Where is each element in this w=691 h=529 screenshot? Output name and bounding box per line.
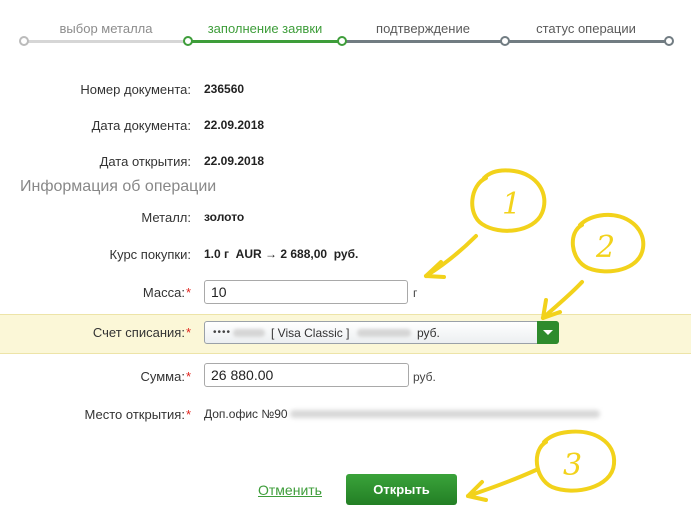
document-date-label: Дата документа:: [91, 118, 191, 133]
document-number-row: Номер документа: 236560: [0, 79, 691, 101]
open-date-label: Дата открытия:: [99, 154, 191, 169]
open-date-row: Дата открытия: 22.09.2018: [0, 151, 691, 173]
account-currency: руб.: [417, 326, 440, 340]
sum-label-wrap: Сумма:*: [140, 369, 191, 384]
account-balance-blur: [357, 329, 411, 337]
step-confirmation: подтверждение: [376, 21, 470, 36]
place-value: Доп.офис №90: [204, 407, 288, 421]
account-mask: ••••: [213, 327, 232, 338]
open-date-value: 22.09.2018: [204, 154, 265, 168]
account-label: Счет списания:: [92, 325, 185, 340]
chevron-down-icon[interactable]: [537, 321, 559, 344]
sum-unit: руб.: [413, 370, 436, 384]
rate-row: Курс покупки: 1.0 г AUR → 2 688,00 руб.: [0, 244, 691, 266]
step-fill-application: заполнение заявки: [207, 21, 323, 36]
document-date-value: 22.09.2018: [204, 118, 265, 132]
mass-label-wrap: Масса:*: [143, 285, 191, 300]
step-dot-3: [337, 36, 347, 46]
rate-value: 1.0 г AUR → 2 688,00 руб.: [204, 247, 359, 261]
mass-unit: г: [413, 286, 418, 300]
stepper-track-current: [188, 40, 342, 43]
cancel-link[interactable]: Отменить: [258, 482, 322, 498]
annotation-circle-3: [534, 429, 617, 493]
step-dot-2: [183, 36, 193, 46]
step-dot-1: [19, 36, 29, 46]
document-number-value: 236560: [204, 82, 245, 96]
document-date-row: Дата документа: 22.09.2018: [0, 115, 691, 137]
required-mark: *: [185, 325, 191, 340]
rate-label: Курс покупки:: [109, 247, 191, 262]
sum-input[interactable]: [204, 363, 409, 387]
progress-stepper: выбор металла заполнение заявки подтверж…: [0, 0, 691, 55]
account-label-wrap: Счет списания:*: [93, 325, 191, 340]
open-button[interactable]: Открыть: [346, 474, 457, 505]
place-label-wrap: Место открытия:*: [85, 407, 191, 422]
step-operation-status: статус операции: [536, 21, 636, 36]
metal-value: золото: [204, 210, 245, 224]
annotation-arrow-3: [466, 468, 538, 498]
place-address-blur: [290, 410, 600, 418]
place-label: Место открытия:: [84, 407, 185, 422]
account-card-name: [ Visa Classic ]: [271, 326, 350, 340]
operation-section-title: Информация об операции: [20, 178, 217, 195]
mass-label: Масса:: [142, 285, 185, 300]
account-select[interactable]: •••• [ Visa Classic ] руб.: [204, 321, 559, 344]
sum-label: Сумма:: [140, 369, 185, 384]
required-mark: *: [185, 285, 191, 300]
account-number-blur: [233, 329, 265, 337]
required-mark: *: [185, 369, 191, 384]
step-dot-4: [500, 36, 510, 46]
required-mark: *: [185, 407, 191, 422]
mass-input[interactable]: [204, 280, 408, 304]
step-dot-5: [664, 36, 674, 46]
document-number-label: Номер документа:: [80, 82, 191, 97]
stepper-track-done: [24, 40, 188, 43]
step-select-metal: выбор металла: [59, 21, 153, 36]
metal-label: Металл:: [141, 210, 191, 225]
metal-row: Металл: золото: [0, 207, 691, 229]
annotation-number-3: 3: [563, 448, 582, 483]
